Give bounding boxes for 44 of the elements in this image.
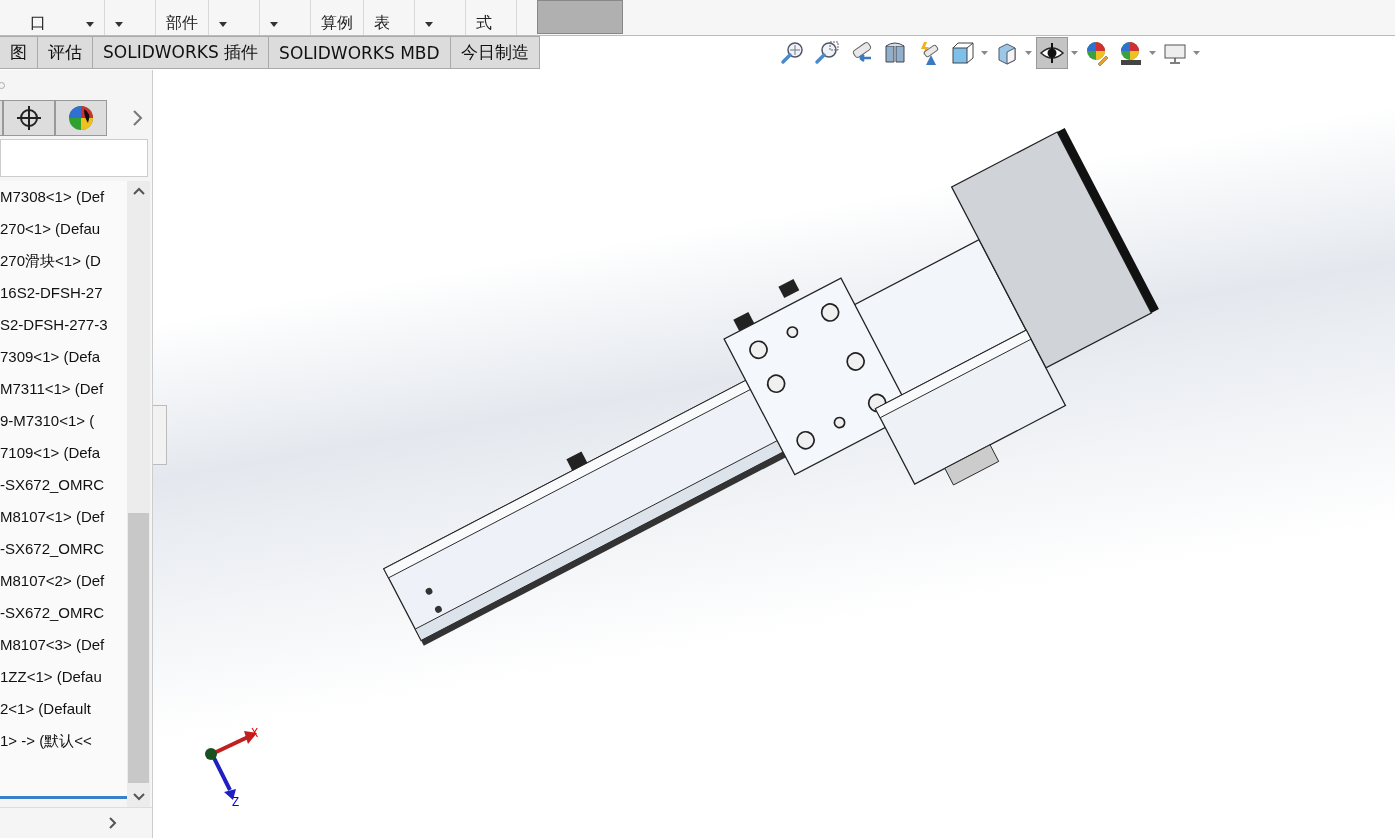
- caret-icon[interactable]: [270, 22, 278, 27]
- tree-item[interactable]: M7311<1> (Def: [0, 373, 104, 405]
- ribbon-tab[interactable]: 评估: [38, 36, 93, 69]
- ribbon-command-label[interactable]: 口: [30, 11, 46, 35]
- scroll-down-icon[interactable]: [132, 793, 145, 801]
- tree-item[interactable]: 270<1> (Defau: [0, 213, 101, 245]
- ribbon-tab[interactable]: 图: [0, 36, 38, 69]
- tree-item[interactable]: S2-DFSH-277-3: [0, 309, 108, 341]
- crosshair-icon[interactable]: [3, 100, 55, 136]
- ribbon-command-label[interactable]: 表: [374, 11, 390, 35]
- tree-item[interactable]: 270滑块<1> (D: [0, 245, 101, 277]
- tree-item[interactable]: 1ZZ<1> (Defau: [0, 661, 102, 693]
- panel-splitter-handle[interactable]: [153, 405, 167, 465]
- caret-icon[interactable]: [86, 22, 94, 27]
- tree-item[interactable]: 9-M7310<1> (: [0, 405, 95, 437]
- ribbon-tab[interactable]: 今日制造: [450, 36, 540, 69]
- hide-show-icon[interactable]: [1036, 37, 1068, 69]
- scrollbar[interactable]: [127, 181, 150, 807]
- tree-item[interactable]: M8107<3> (Def: [0, 629, 105, 661]
- tree-item[interactable]: M8107<2> (Def: [0, 565, 105, 597]
- caret-icon[interactable]: [219, 22, 227, 27]
- tree-item[interactable]: 1> -> (默认<<: [0, 725, 92, 757]
- chevron-right-icon[interactable]: [109, 817, 117, 829]
- tree-item[interactable]: M8107<1> (Def: [0, 501, 105, 533]
- tree-item[interactable]: M7308<1> (Def: [0, 181, 105, 213]
- caret-icon[interactable]: [425, 22, 433, 27]
- ribbon-tab[interactable]: SOLIDWORKS 插件: [93, 36, 270, 69]
- scroll-up-icon[interactable]: [132, 187, 145, 195]
- ribbon-command-label[interactable]: 部件: [166, 11, 198, 35]
- tree-item[interactable]: 16S2-DFSH-27: [0, 277, 103, 309]
- filter-field[interactable]: [0, 139, 148, 177]
- tree-item[interactable]: 7309<1> (Defa: [0, 341, 101, 373]
- coordinate-axes-triad: X Z: [205, 727, 259, 810]
- caret-icon[interactable]: [115, 22, 123, 27]
- tree-item[interactable]: -SX672_OMRC: [0, 469, 105, 501]
- chevron-right-icon[interactable]: [133, 110, 143, 126]
- tree-item[interactable]: 7109<1> (Defa: [0, 437, 101, 469]
- tree-item[interactable]: -SX672_OMRC: [0, 533, 105, 565]
- tree-item[interactable]: 2<1> (Default: [0, 693, 91, 725]
- ribbon-command-label[interactable]: 算例: [321, 11, 353, 35]
- tree-item[interactable]: -SX672_OMRC: [0, 597, 105, 629]
- ribbon-tab[interactable]: SOLIDWORKS MBD: [269, 36, 451, 69]
- scrollbar-thumb[interactable]: [128, 513, 149, 783]
- ribbon-command-label[interactable]: 式: [476, 11, 492, 35]
